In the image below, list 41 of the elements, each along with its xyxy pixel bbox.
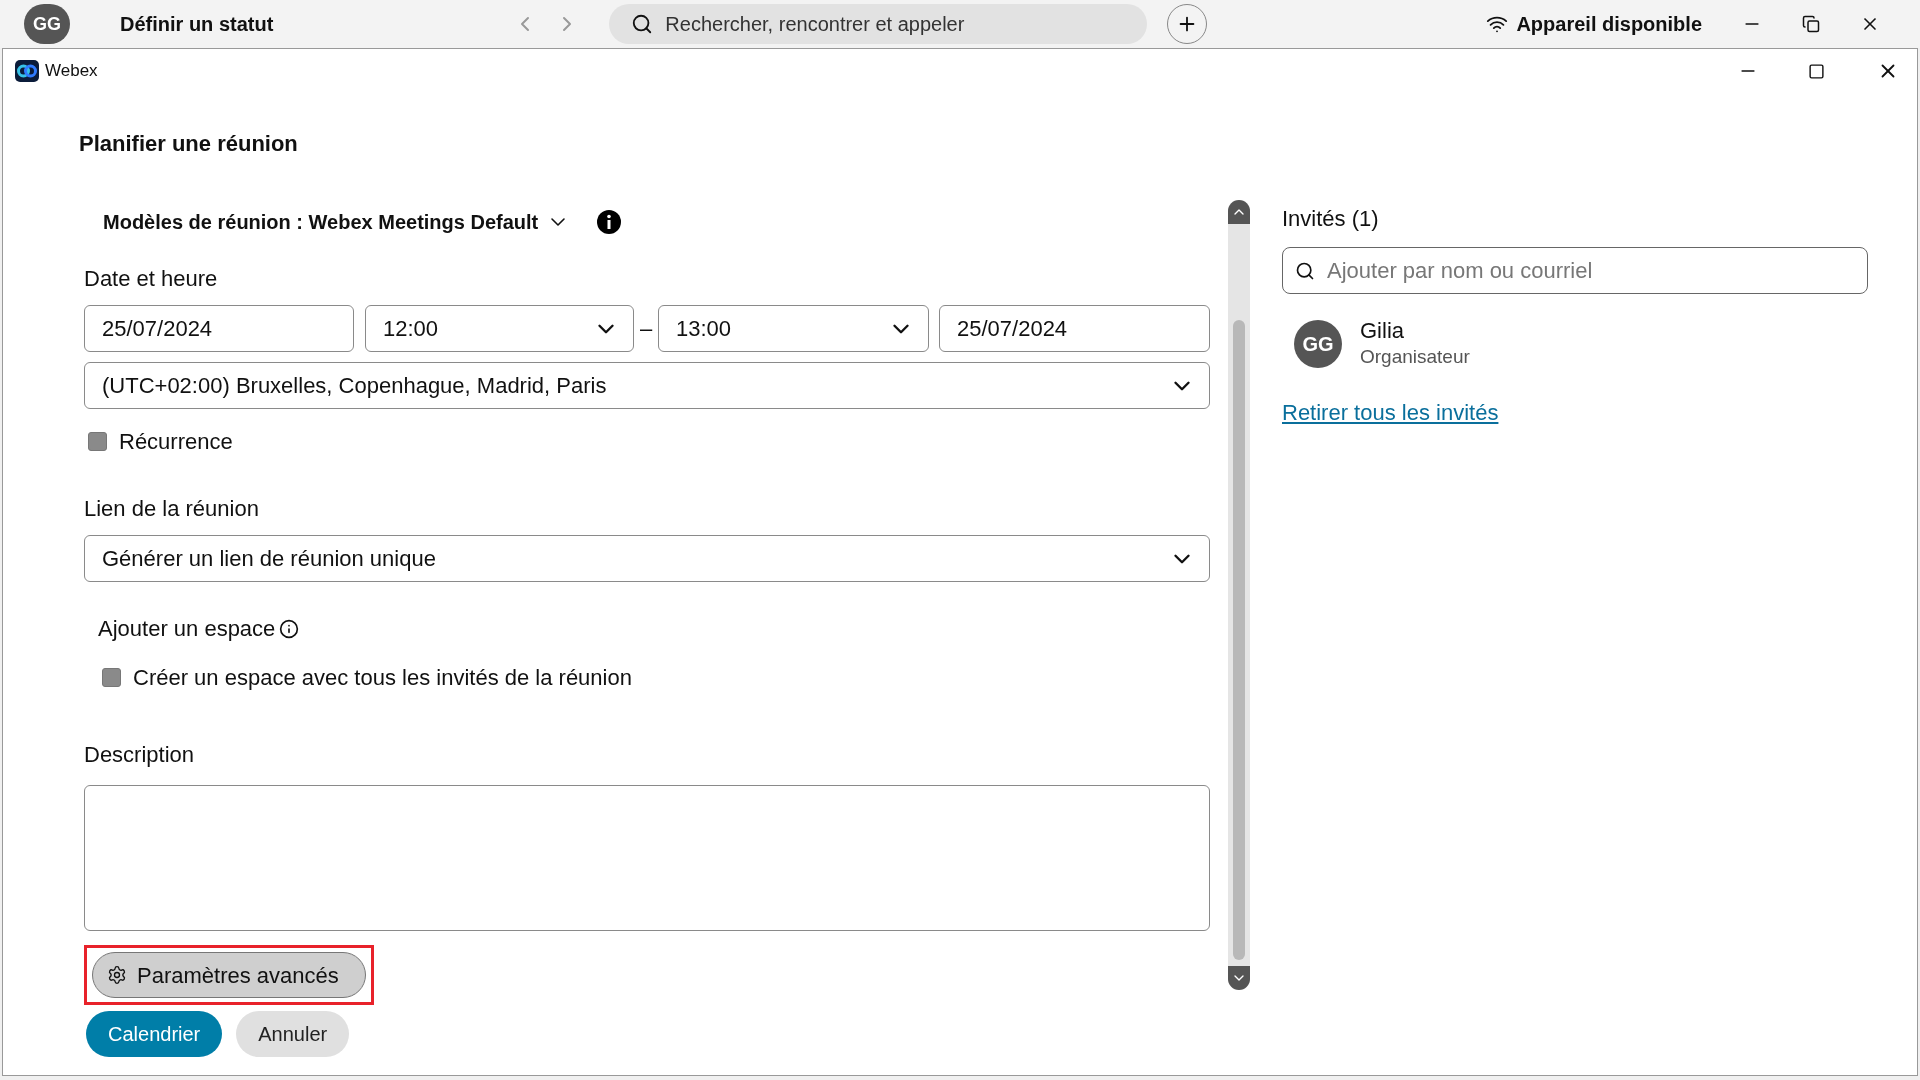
date-field[interactable]: 25/07/2024 xyxy=(84,305,354,352)
maximize-icon[interactable] xyxy=(1808,62,1825,80)
calendar-button[interactable]: Calendrier xyxy=(86,1011,223,1057)
app-logo-icon xyxy=(15,60,39,82)
field-label: Description xyxy=(84,741,196,769)
search-icon xyxy=(631,13,654,35)
checkbox[interactable] xyxy=(88,432,107,451)
timezone-dropdown[interactable]: (UTC+02:00) Bruxelles, Copenhague, Madrid, Paris xyxy=(84,362,1210,409)
info-icon[interactable] xyxy=(596,209,623,235)
search-field[interactable]: Rechercher, rencontrer et appeler xyxy=(609,4,1148,44)
cancel-button[interactable]: Annuler xyxy=(236,1011,350,1057)
template-selector[interactable]: Modèles de réunion : Webex Meetings Default xyxy=(103,207,539,237)
checkbox-label: Créer un espace avec tous les invités de la réunion xyxy=(133,664,632,692)
dialog-title: Planifier une réunion xyxy=(79,130,299,158)
advanced-settings-button[interactable]: Paramètres avancés xyxy=(92,952,366,998)
avatar: GG xyxy=(1294,320,1342,368)
range-separator: – xyxy=(638,315,654,343)
status-link[interactable]: Définir un statut xyxy=(120,9,274,39)
restore-icon[interactable] xyxy=(1802,15,1820,33)
invitee-role: Organisateur xyxy=(1360,345,1470,369)
date-field[interactable]: 25/07/2024 xyxy=(939,305,1210,352)
field-label: Lien de la réunion xyxy=(84,495,260,523)
time-dropdown[interactable]: 13:00 xyxy=(658,305,929,352)
field-label: Date et heure xyxy=(84,265,219,293)
remove-all-link[interactable]: Retirer tous les invités xyxy=(1282,396,1868,429)
invitee-search-field[interactable]: Ajouter par nom ou courriel xyxy=(1282,247,1868,294)
field-label: Ajouter un espace xyxy=(98,615,276,643)
search-icon xyxy=(1295,260,1315,281)
device-status[interactable]: Appareil disponible xyxy=(1516,9,1702,39)
info-icon[interactable] xyxy=(279,618,300,639)
avatar[interactable]: GG xyxy=(24,4,70,44)
invitees-heading: Invités (1) xyxy=(1282,205,1380,233)
scrollbar[interactable] xyxy=(1228,200,1250,990)
checkbox-label: Récurrence xyxy=(119,428,233,456)
link-dropdown[interactable]: Générer un lien de réunion unique xyxy=(84,535,1210,582)
gear-icon xyxy=(107,965,127,985)
invitee-name: Gilia xyxy=(1360,318,1405,344)
description-field[interactable] xyxy=(84,785,1210,931)
checkbox[interactable] xyxy=(102,668,121,687)
window-title: Webex xyxy=(45,60,98,83)
time-dropdown[interactable]: 12:00 xyxy=(365,305,634,352)
